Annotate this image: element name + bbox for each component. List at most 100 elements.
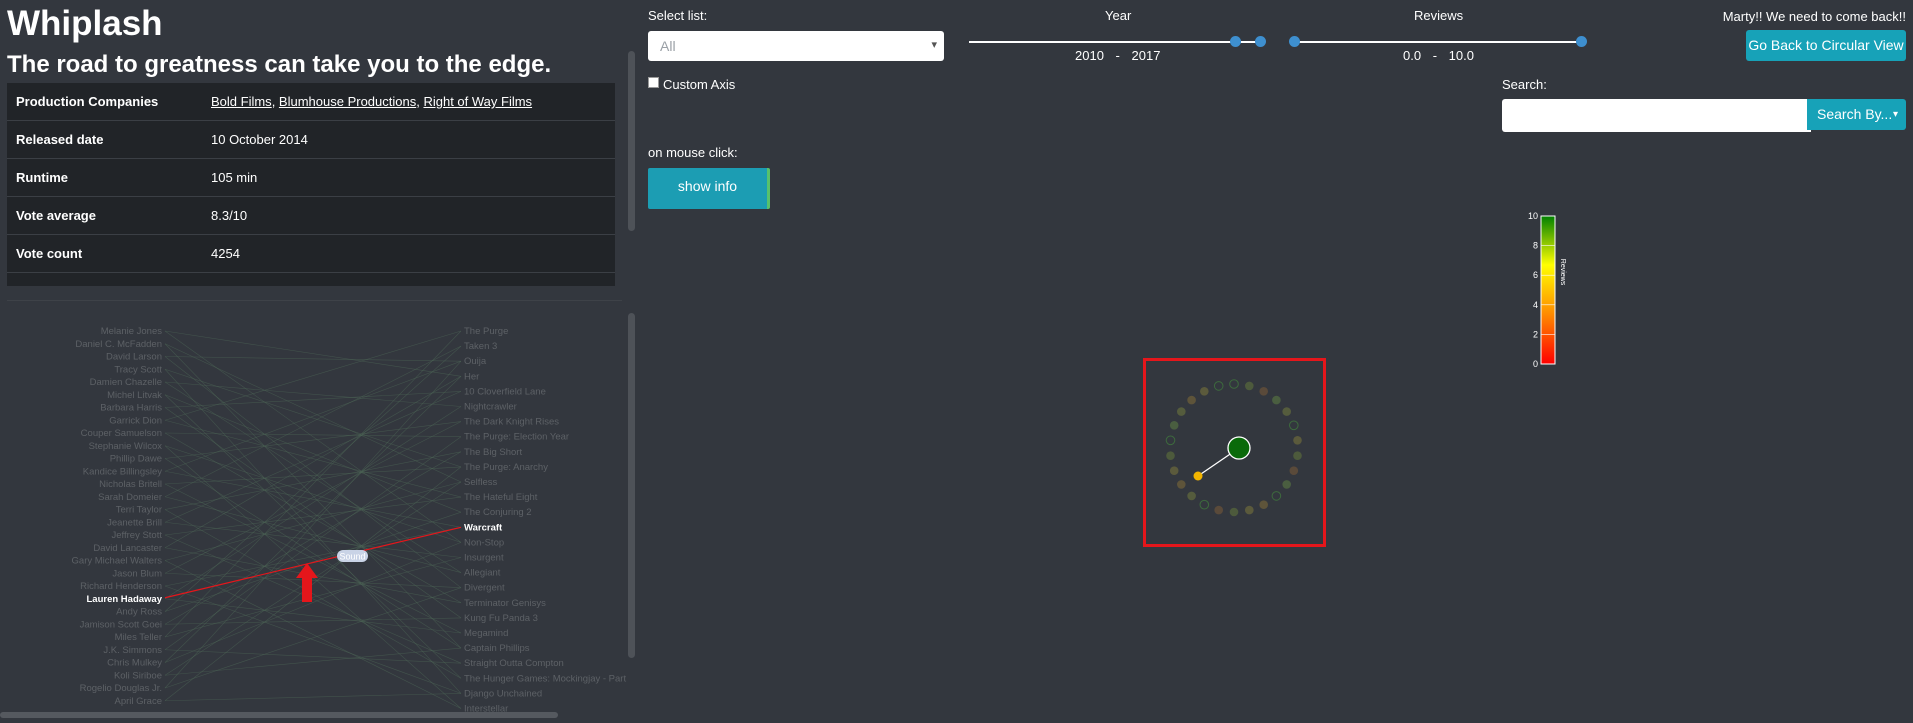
graph-vscrollbar[interactable] — [628, 313, 635, 658]
ring-node[interactable] — [1293, 436, 1302, 445]
movie-label[interactable]: The Hunger Games: Mockingjay - Part — [464, 673, 626, 684]
ring-node[interactable] — [1245, 381, 1254, 391]
ring-node[interactable] — [1245, 505, 1254, 515]
ring-node[interactable] — [1166, 451, 1175, 460]
ring-node[interactable] — [1177, 407, 1186, 416]
select-list-dropdown[interactable]: All ▾ — [648, 31, 944, 61]
company-link[interactable]: Bold Films — [211, 94, 272, 109]
ring-node[interactable] — [1169, 466, 1179, 475]
person-label[interactable]: Phillip Dawe — [110, 454, 162, 465]
movie-label[interactable]: Her — [464, 371, 479, 382]
movie-label[interactable]: The Conjuring 2 — [464, 507, 532, 518]
bipartite-graph[interactable]: Melanie Jones Daniel C. McFadden David Lar… — [0, 312, 630, 712]
center-movie-node[interactable] — [1227, 436, 1251, 460]
movie-label[interactable]: Nightcrawler — [464, 402, 517, 413]
circular-view-graph[interactable] — [1146, 361, 1323, 544]
person-label[interactable]: Melanie Jones — [101, 326, 163, 337]
movie-label[interactable]: Insurgent — [464, 553, 504, 564]
ring-node[interactable] — [1259, 500, 1268, 509]
ring-node[interactable] — [1229, 507, 1239, 517]
ring-node[interactable] — [1177, 480, 1186, 489]
movie-label[interactable]: Megamind — [464, 628, 508, 639]
person-label[interactable]: Garrick Dion — [109, 415, 162, 426]
ring-node[interactable] — [1293, 451, 1302, 460]
person-label[interactable]: Chris Mulkey — [107, 658, 162, 669]
custom-axis-checkbox[interactable] — [648, 77, 659, 88]
movie-label[interactable]: The Hateful Eight — [464, 492, 538, 503]
ring-node[interactable] — [1259, 387, 1268, 396]
person-label[interactable]: Andy Ross — [116, 607, 162, 618]
movie-label[interactable]: Interstellar — [464, 704, 508, 713]
ring-node[interactable] — [1289, 466, 1299, 475]
ring-node[interactable] — [1214, 505, 1223, 515]
company-link[interactable]: Blumhouse Productions — [279, 94, 416, 109]
movie-label[interactable]: Non-Stop — [464, 537, 504, 548]
movie-label[interactable]: Taken 3 — [464, 341, 497, 352]
year-slider-max-handle[interactable] — [1255, 36, 1266, 47]
search-input[interactable] — [1502, 99, 1811, 132]
person-label[interactable]: Stephanie Wilcox — [89, 441, 163, 452]
movie-label[interactable]: 10 Cloverfield Lane — [464, 386, 546, 397]
ring-node[interactable] — [1229, 379, 1239, 389]
person-label[interactable]: Daniel C. McFadden — [75, 339, 162, 350]
person-label[interactable]: Damien Chazelle — [90, 377, 162, 388]
person-label[interactable]: Koli Siriboe — [114, 670, 162, 681]
ring-node[interactable] — [1200, 387, 1209, 396]
ring-node[interactable] — [1187, 395, 1196, 405]
person-label[interactable]: Rogelio Douglas Jr. — [80, 683, 162, 694]
movie-label[interactable]: Allegiant — [464, 568, 501, 579]
ring-node[interactable] — [1213, 381, 1224, 391]
year-slider-track[interactable] — [969, 41, 1260, 43]
person-label[interactable]: Kandice Billingsley — [83, 466, 162, 477]
back-to-circular-view-button[interactable]: Go Back to Circular View — [1746, 30, 1906, 61]
reviews-slider-track[interactable] — [1293, 41, 1584, 43]
ring-node[interactable] — [1169, 421, 1179, 430]
show-info-button[interactable]: show info — [648, 168, 770, 209]
person-label[interactable]: Barbara Harris — [100, 403, 162, 414]
person-label[interactable]: Terri Taylor — [116, 505, 162, 516]
person-label[interactable]: David Larson — [106, 352, 162, 363]
person-label[interactable]: Jamison Scott Goei — [80, 619, 162, 630]
movie-label[interactable]: Ouija — [464, 356, 487, 367]
movie-label[interactable]: The Purge — [464, 326, 508, 337]
ring-node[interactable] — [1165, 435, 1176, 446]
person-label[interactable]: Jeffrey Stott — [111, 530, 162, 541]
person-label[interactable]: Jason Blum — [112, 568, 162, 579]
person-label[interactable]: Couper Samuelson — [81, 428, 162, 439]
person-label[interactable]: Tracy Scott — [114, 364, 162, 375]
graph-hscrollbar[interactable] — [0, 712, 558, 718]
ring-node[interactable] — [1199, 499, 1210, 510]
movie-label[interactable]: The Purge: Election Year — [464, 432, 569, 443]
movie-label[interactable]: The Big Short — [464, 447, 522, 458]
movie-label[interactable]: Selfless — [464, 477, 498, 488]
search-by-button[interactable]: Search By... ▾ — [1807, 99, 1906, 130]
person-label[interactable]: Sarah Domeier — [98, 492, 162, 503]
company-link[interactable]: Right of Way Films — [423, 94, 532, 109]
person-label[interactable]: Jeanette Brill — [107, 517, 162, 528]
ring-node[interactable] — [1272, 395, 1281, 405]
ring-node[interactable] — [1271, 491, 1282, 501]
reviews-slider-min-handle[interactable] — [1289, 36, 1300, 47]
details-scrollbar[interactable] — [628, 51, 635, 231]
ring-node[interactable] — [1187, 491, 1196, 501]
person-label[interactable]: Michel Litvak — [107, 390, 162, 401]
person-label[interactable]: April Grace — [114, 696, 162, 707]
movie-label[interactable]: Warcraft — [464, 522, 503, 533]
movie-label[interactable]: Terminator Genisys — [464, 598, 546, 609]
ring-node[interactable] — [1289, 420, 1299, 431]
person-label[interactable]: Nicholas Britell — [99, 479, 162, 490]
movie-label[interactable]: Straight Outta Compton — [464, 658, 564, 669]
movie-label[interactable]: Kung Fu Panda 3 — [464, 613, 538, 624]
movie-label[interactable]: Divergent — [464, 583, 505, 594]
person-label[interactable]: Richard Henderson — [80, 581, 162, 592]
movie-label[interactable]: Captain Phillips — [464, 643, 530, 654]
person-label[interactable]: Miles Teller — [115, 632, 162, 643]
person-label[interactable]: Gary Michael Walters — [72, 556, 163, 567]
selected-person-node[interactable] — [1193, 471, 1203, 481]
person-label[interactable]: David Lancaster — [93, 543, 162, 554]
movie-label[interactable]: The Dark Knight Rises — [464, 417, 559, 428]
movie-label[interactable]: The Purge: Anarchy — [464, 462, 548, 473]
movie-label[interactable]: Django Unchained — [464, 688, 542, 699]
person-label[interactable]: J.K. Simmons — [103, 645, 162, 656]
year-slider-min-handle[interactable] — [1230, 36, 1241, 47]
